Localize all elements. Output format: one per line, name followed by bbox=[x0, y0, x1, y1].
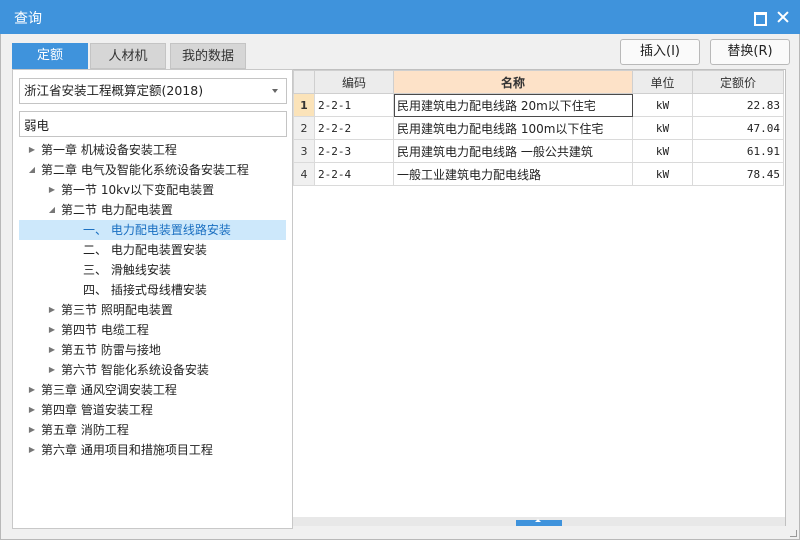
triangle-down-icon[interactable]: ◢ bbox=[27, 160, 37, 180]
tree-node[interactable]: ▶ 第三节 照明配电装置 bbox=[13, 300, 292, 320]
price-cell[interactable]: 47.04 bbox=[692, 116, 784, 140]
close-icon[interactable] bbox=[775, 9, 791, 25]
tree-node-label: 四、 插接式母线槽安装 bbox=[83, 283, 207, 297]
library-select[interactable]: 浙江省安装工程概算定额(2018) bbox=[19, 78, 287, 104]
chevron-down-icon bbox=[272, 89, 278, 93]
table-row[interactable]: 4 2-2-4 一般工业建筑电力配电线路 kW 78.45 bbox=[293, 162, 784, 186]
triangle-right-icon[interactable]: ▶ bbox=[27, 380, 37, 400]
tab-my-data[interactable]: 我的数据 bbox=[170, 43, 246, 69]
triangle-down-icon[interactable]: ◢ bbox=[47, 200, 57, 220]
scrollbar-thumb[interactable] bbox=[516, 519, 562, 526]
insert-button[interactable]: 插入(I) bbox=[620, 39, 700, 65]
tree-node-label: 第五节 防雷与接地 bbox=[61, 343, 161, 357]
price-cell[interactable]: 61.91 bbox=[692, 139, 784, 163]
tree-node[interactable]: ▶ 第六节 智能化系统设备安装 bbox=[13, 360, 292, 380]
tree-node[interactable]: ▶ 第五章 消防工程 bbox=[13, 420, 292, 440]
tree-node-label: 第一节 10kv以下变配电装置 bbox=[61, 183, 215, 197]
code-column-header[interactable]: 编码 bbox=[314, 70, 394, 94]
name-cell[interactable]: 民用建筑电力配电线路 100m以下住宅 bbox=[393, 116, 633, 140]
tree-node-label: 第三章 通风空调安装工程 bbox=[41, 383, 177, 397]
tree-node[interactable]: ▶ 第四章 管道安装工程 bbox=[13, 400, 292, 420]
name-cell[interactable]: 一般工业建筑电力配电线路 bbox=[393, 162, 633, 186]
triangle-right-icon[interactable]: ▶ bbox=[27, 420, 37, 440]
horizontal-scrollbar[interactable] bbox=[293, 517, 785, 526]
row-number-cell[interactable]: 2 bbox=[293, 116, 315, 140]
name-column-header[interactable]: 名称 bbox=[393, 70, 633, 94]
name-cell[interactable]: 民用建筑电力配电线路 一般公共建筑 bbox=[393, 139, 633, 163]
tree-node[interactable]: ◢ 第二章 电气及智能化系统设备安装工程 bbox=[13, 160, 292, 180]
window-title: 查询 bbox=[14, 11, 42, 27]
triangle-right-icon[interactable]: ▶ bbox=[27, 400, 37, 420]
tree-node[interactable]: ▶ 第四节 电缆工程 bbox=[13, 320, 292, 340]
triangle-right-icon[interactable]: ▶ bbox=[47, 340, 57, 360]
tree-node-label: 第三节 照明配电装置 bbox=[61, 303, 173, 317]
tree-node[interactable]: 三、 滑触线安装 bbox=[13, 260, 292, 280]
row-number-header bbox=[293, 70, 315, 94]
triangle-right-icon[interactable]: ▶ bbox=[47, 180, 57, 200]
library-select-value: 浙江省安装工程概算定额(2018) bbox=[24, 83, 204, 98]
search-input[interactable] bbox=[19, 111, 287, 137]
tree-node-label: 第六节 智能化系统设备安装 bbox=[61, 363, 209, 377]
price-cell[interactable]: 22.83 bbox=[692, 93, 784, 117]
tab-labor-material-machine[interactable]: 人材机 bbox=[90, 43, 166, 69]
replace-button[interactable]: 替换(R) bbox=[710, 39, 790, 65]
row-number-cell[interactable]: 1 bbox=[293, 93, 315, 117]
unit-cell[interactable]: kW bbox=[632, 116, 693, 140]
triangle-right-icon[interactable]: ▶ bbox=[27, 140, 37, 160]
price-column-header[interactable]: 定额价 bbox=[692, 70, 784, 94]
row-number-cell[interactable]: 3 bbox=[293, 139, 315, 163]
maximize-icon[interactable] bbox=[751, 9, 767, 26]
unit-cell[interactable]: kW bbox=[632, 93, 693, 117]
tree-node-label: 二、 电力配电装置安装 bbox=[83, 243, 207, 257]
code-cell[interactable]: 2-2-4 bbox=[314, 162, 394, 186]
unit-column-header[interactable]: 单位 bbox=[632, 70, 693, 94]
left-panel: 浙江省安装工程概算定额(2018) ▶ 第一章 机械设备安装工程 ◢ 第二章 电气及智… bbox=[12, 69, 293, 529]
tree-node[interactable]: 四、 插接式母线槽安装 bbox=[13, 280, 292, 300]
tree-node[interactable]: ◢ 第二节 电力配电装置 bbox=[13, 200, 292, 220]
triangle-right-icon[interactable]: ▶ bbox=[47, 360, 57, 380]
tree-node-label: 第六章 通用项目和措施项目工程 bbox=[41, 443, 213, 457]
code-cell[interactable]: 2-2-1 bbox=[314, 93, 394, 117]
tree-node[interactable]: 二、 电力配电装置安装 bbox=[13, 240, 292, 260]
tree-node-label: 第一章 机械设备安装工程 bbox=[41, 143, 177, 157]
price-cell[interactable]: 78.45 bbox=[692, 162, 784, 186]
triangle-right-icon[interactable]: ▶ bbox=[27, 440, 37, 460]
quota-table: 编码 名称 单位 定额价 1 2-2-1 民用建筑电力配电线路 20m以下住宅 kW 2… bbox=[293, 69, 786, 526]
tree-node[interactable]: ▶ 第一节 10kv以下变配电装置 bbox=[13, 180, 292, 200]
tree-node-label: 第五章 消防工程 bbox=[41, 423, 129, 437]
name-cell[interactable]: 民用建筑电力配电线路 20m以下住宅 bbox=[393, 93, 633, 117]
tree-node-label: 三、 滑触线安装 bbox=[83, 263, 171, 277]
tree-node-label: 第四节 电缆工程 bbox=[61, 323, 149, 337]
tree-node-label: 第二节 电力配电装置 bbox=[61, 203, 173, 217]
tree-node-label: 第二章 电气及智能化系统设备安装工程 bbox=[41, 163, 249, 177]
code-cell[interactable]: 2-2-3 bbox=[314, 139, 394, 163]
tree-node-label: 第四章 管道安装工程 bbox=[41, 403, 153, 417]
chapter-tree: ▶ 第一章 机械设备安装工程 ◢ 第二章 电气及智能化系统设备安装工程 ▶ 第一节 10k… bbox=[13, 140, 292, 460]
title-bar: 查询 bbox=[0, 0, 800, 34]
table-row[interactable]: 1 2-2-1 民用建筑电力配电线路 20m以下住宅 kW 22.83 bbox=[293, 93, 784, 117]
unit-cell[interactable]: kW bbox=[632, 139, 693, 163]
table-header-row: 编码 名称 单位 定额价 bbox=[293, 70, 784, 94]
code-cell[interactable]: 2-2-2 bbox=[314, 116, 394, 140]
table-row[interactable]: 2 2-2-2 民用建筑电力配电线路 100m以下住宅 kW 47.04 bbox=[293, 116, 784, 140]
triangle-right-icon[interactable]: ▶ bbox=[47, 320, 57, 340]
row-number-cell[interactable]: 4 bbox=[293, 162, 315, 186]
tab-quota[interactable]: 定额 bbox=[12, 43, 88, 69]
table-row[interactable]: 3 2-2-3 民用建筑电力配电线路 一般公共建筑 kW 61.91 bbox=[293, 139, 784, 163]
tree-node[interactable]: ▶ 第六章 通用项目和措施项目工程 bbox=[13, 440, 292, 460]
triangle-right-icon[interactable]: ▶ bbox=[47, 300, 57, 320]
tree-node[interactable]: ▶ 第三章 通风空调安装工程 bbox=[13, 380, 292, 400]
tree-node[interactable]: 一、 电力配电装置线路安装 bbox=[19, 220, 286, 240]
tree-node-label: 一、 电力配电装置线路安装 bbox=[83, 223, 231, 237]
unit-cell[interactable]: kW bbox=[632, 162, 693, 186]
tree-node[interactable]: ▶ 第一章 机械设备安装工程 bbox=[13, 140, 292, 160]
resize-grip[interactable] bbox=[790, 530, 798, 538]
tree-node[interactable]: ▶ 第五节 防雷与接地 bbox=[13, 340, 292, 360]
